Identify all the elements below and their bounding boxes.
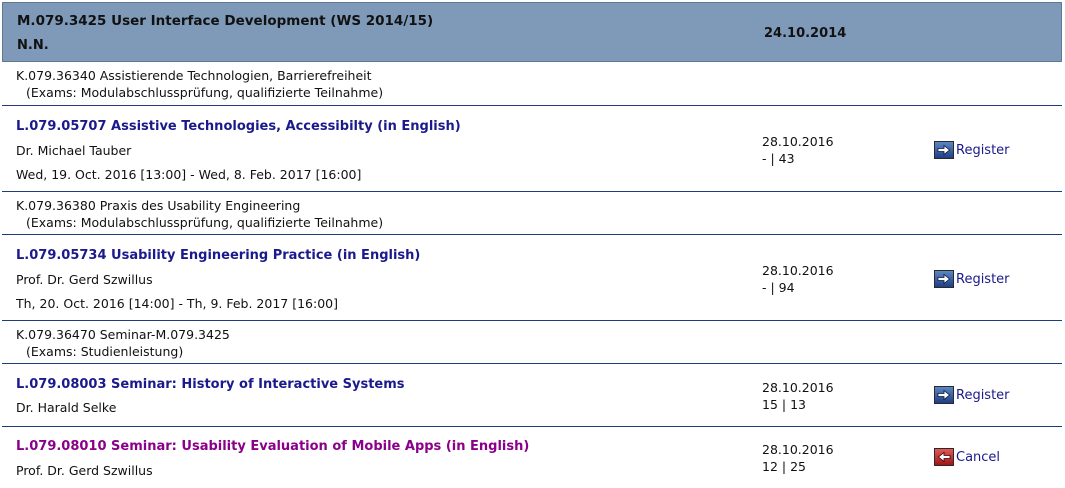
- exam-row: K.079.36470 Seminar-M.079.3425 (Exams: S…: [2, 321, 1062, 364]
- register-button[interactable]: Register: [934, 270, 1010, 288]
- exam-name: K.079.36340 Assistierende Technologien, …: [16, 68, 372, 83]
- exam-row: K.079.36380 Praxis des Usability Enginee…: [2, 192, 1062, 235]
- course-deadline: 28.10.2016: [762, 380, 834, 395]
- course-title-link[interactable]: L.079.08010 Seminar: Usability Evaluatio…: [16, 439, 529, 454]
- course-title-link[interactable]: L.079.05734 Usability Engineering Practi…: [16, 248, 420, 263]
- course-counts: - | 43: [762, 151, 795, 166]
- exam-name: K.079.36470 Seminar-M.079.3425: [16, 327, 230, 342]
- cancel-button[interactable]: Cancel: [934, 448, 1000, 466]
- course-deadline: 28.10.2016: [762, 442, 834, 457]
- register-label: Register: [956, 142, 1010, 158]
- exam-types: (Exams: Studienleistung): [26, 344, 184, 359]
- register-button[interactable]: Register: [934, 141, 1010, 159]
- course-deadline: 28.10.2016: [762, 263, 834, 278]
- module-title: M.079.3425 User Interface Development (W…: [17, 13, 434, 29]
- course-schedule: Th, 20. Oct. 2016 [14:00] - Th, 9. Feb. …: [16, 296, 338, 311]
- course-counts: 15 | 13: [762, 397, 806, 412]
- course-title-link[interactable]: L.079.05707 Assistive Technologies, Acce…: [16, 119, 461, 134]
- exam-types: (Exams: Modulabschlussprüfung, qualifizi…: [26, 85, 384, 100]
- course-row: L.079.05734 Usability Engineering Practi…: [2, 235, 1062, 321]
- register-button[interactable]: Register: [934, 386, 1010, 404]
- course-counts: - | 94: [762, 280, 795, 295]
- module-date: 24.10.2014: [764, 26, 847, 41]
- register-label: Register: [956, 387, 1010, 403]
- course-row: L.079.08010 Seminar: Usability Evaluatio…: [2, 427, 1062, 488]
- course-lecturer: Prof. Dr. Gerd Szwillus: [16, 463, 153, 478]
- exam-types: (Exams: Modulabschlussprüfung, qualifizi…: [26, 215, 384, 230]
- course-deadline: 28.10.2016: [762, 134, 834, 149]
- course-title-link[interactable]: L.079.08003 Seminar: History of Interact…: [16, 377, 405, 392]
- register-label: Register: [956, 271, 1010, 287]
- course-row: L.079.05707 Assistive Technologies, Acce…: [2, 106, 1062, 192]
- course-row: L.079.08003 Seminar: History of Interact…: [2, 364, 1062, 427]
- course-schedule: Wed, 19. Oct. 2016 [13:00] - Wed, 8. Feb…: [16, 167, 362, 182]
- course-lecturer: Dr. Michael Tauber: [16, 143, 132, 158]
- arrow-right-icon: [934, 141, 954, 159]
- module-header: M.079.3425 User Interface Development (W…: [2, 2, 1062, 62]
- arrow-left-icon: [934, 448, 954, 466]
- arrow-right-icon: [934, 270, 954, 288]
- exam-name: K.079.36380 Praxis des Usability Enginee…: [16, 198, 301, 213]
- exam-row: K.079.36340 Assistierende Technologien, …: [2, 62, 1062, 106]
- course-counts: 12 | 25: [762, 459, 806, 474]
- arrow-right-icon: [934, 386, 954, 404]
- course-lecturer: Dr. Harald Selke: [16, 400, 117, 415]
- course-lecturer: Prof. Dr. Gerd Szwillus: [16, 272, 153, 287]
- module-subtitle: N.N.: [17, 38, 49, 53]
- cancel-label: Cancel: [956, 449, 1001, 465]
